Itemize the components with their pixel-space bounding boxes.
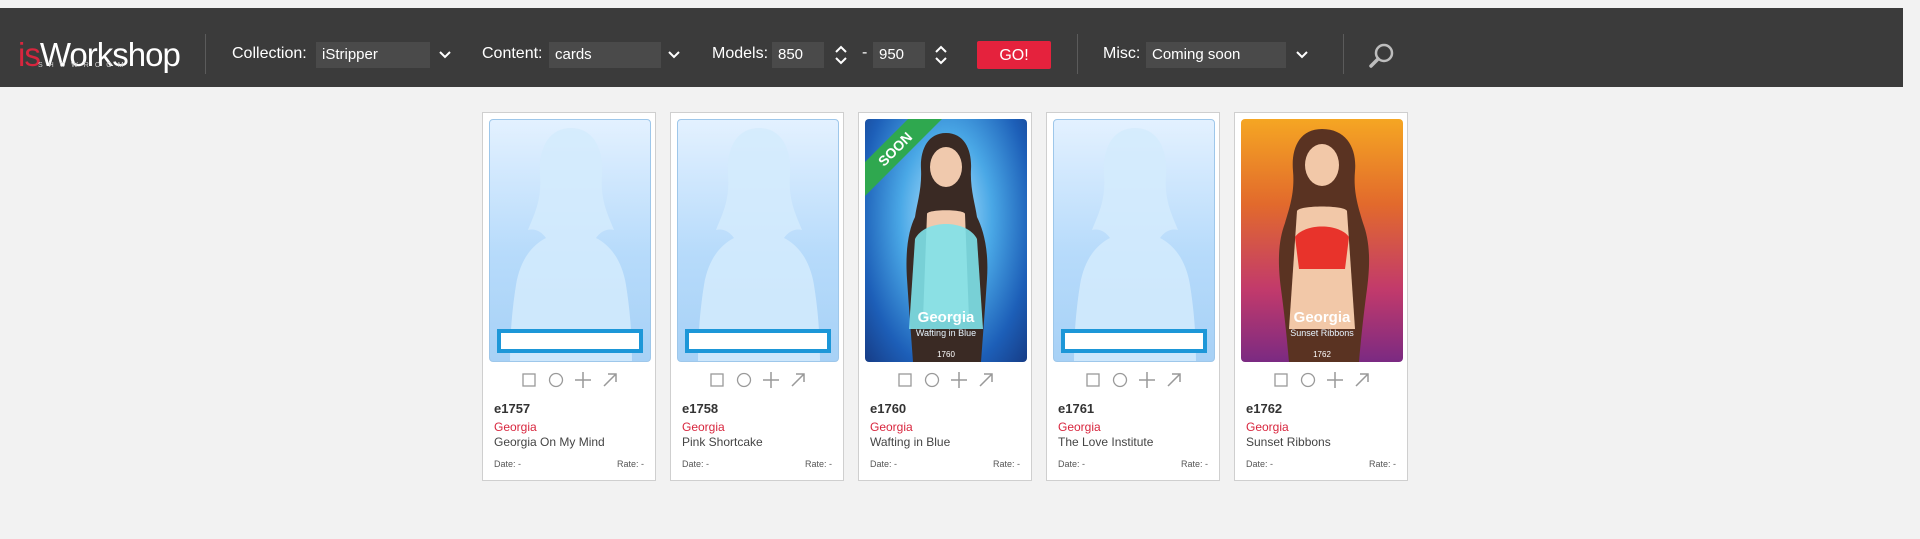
silhouette-icon — [698, 128, 820, 361]
plus-icon[interactable] — [1326, 371, 1344, 389]
models-label: Models: — [712, 45, 769, 62]
card-code: e1758 — [682, 401, 719, 416]
card-code: e1761 — [1058, 401, 1095, 416]
circle-icon[interactable] — [547, 371, 565, 389]
square-icon[interactable] — [1084, 371, 1102, 389]
card-item[interactable]: Georgia Sunset Ribbons 1762 e1762 Georgi… — [1234, 112, 1408, 481]
placeholder-bar — [685, 329, 831, 353]
circle-icon[interactable] — [1299, 371, 1317, 389]
silhouette-icon — [1074, 128, 1196, 361]
misc-select[interactable]: Coming soon — [1146, 42, 1286, 68]
placeholder-bar — [1061, 329, 1207, 353]
models-to-input[interactable]: 950 — [873, 42, 925, 68]
card-actions — [859, 371, 1031, 391]
card-model[interactable]: Georgia — [1246, 420, 1289, 434]
card-thumbnail-placeholder[interactable] — [1053, 119, 1215, 362]
plus-icon[interactable] — [574, 371, 592, 389]
image-number: 1762 — [1313, 350, 1331, 359]
plus-icon[interactable] — [1138, 371, 1156, 389]
card-model[interactable]: Georgia — [870, 420, 913, 434]
silhouette-icon — [510, 128, 632, 361]
card-title: Pink Shortcake — [682, 435, 763, 449]
image-title: Sunset Ribbons — [1290, 328, 1354, 338]
square-icon[interactable] — [708, 371, 726, 389]
plus-icon[interactable] — [762, 371, 780, 389]
go-button[interactable]: GO! — [977, 41, 1051, 69]
circle-icon[interactable] — [735, 371, 753, 389]
misc-chevron-down-icon[interactable] — [1291, 42, 1313, 68]
arrow-up-right-icon[interactable] — [1165, 371, 1183, 389]
card-model[interactable]: Georgia — [1058, 420, 1101, 434]
circle-icon[interactable] — [1111, 371, 1129, 389]
card-date: Date: - — [494, 459, 522, 469]
models-from-input[interactable]: 850 — [772, 42, 824, 68]
plus-icon[interactable] — [950, 371, 968, 389]
card-actions — [483, 371, 655, 391]
divider — [1077, 34, 1078, 74]
card-model[interactable]: Georgia — [682, 420, 725, 434]
logo-showroom: SHOWROOM — [38, 62, 130, 69]
card-actions — [671, 371, 843, 391]
divider — [1343, 34, 1344, 74]
image-number: 1760 — [937, 350, 955, 359]
card-thumbnail-image[interactable]: SOON Georgia Wafting in Blue 1760 — [865, 119, 1027, 362]
card-item[interactable]: e1758 Georgia Pink Shortcake Date: - Rat… — [670, 112, 844, 481]
arrow-up-right-icon[interactable] — [789, 371, 807, 389]
card-rate: Rate: - — [616, 459, 644, 469]
card-thumbnail-image[interactable]: Georgia Sunset Ribbons 1762 — [1241, 119, 1403, 362]
site-logo[interactable]: is Workshop SHOWROOM — [18, 32, 181, 74]
card-thumbnail-placeholder[interactable] — [677, 119, 839, 362]
card-rate: Rate: - — [1368, 459, 1396, 469]
card-item[interactable]: e1761 Georgia The Love Institute Date: -… — [1046, 112, 1220, 481]
circle-icon[interactable] — [923, 371, 941, 389]
search-icon[interactable] — [1368, 42, 1396, 70]
card-model[interactable]: Georgia — [494, 420, 537, 434]
card-title: Georgia On My Mind — [494, 435, 605, 449]
square-icon[interactable] — [520, 371, 538, 389]
models-to-spinner-icon[interactable] — [934, 42, 948, 68]
card-code: e1762 — [1246, 401, 1283, 416]
card-date: Date: - — [870, 459, 898, 469]
content-label: Content: — [482, 45, 543, 62]
card-title: Sunset Ribbons — [1246, 435, 1331, 449]
range-dash: - — [862, 44, 868, 61]
top-toolbar: is Workshop SHOWROOM Collection: iStrippe… — [0, 8, 1903, 87]
image-model-name: Georgia — [1293, 309, 1351, 326]
square-icon[interactable] — [1272, 371, 1290, 389]
card-date: Date: - — [1058, 459, 1086, 469]
arrow-up-right-icon[interactable] — [977, 371, 995, 389]
card-rate: Rate: - — [804, 459, 832, 469]
content-select[interactable]: cards — [549, 42, 661, 68]
page-scrollbar[interactable] — [1903, 0, 1920, 539]
arrow-up-right-icon[interactable] — [601, 371, 619, 389]
card-title: The Love Institute — [1058, 435, 1154, 449]
square-icon[interactable] — [896, 371, 914, 389]
card-rate: Rate: - — [1180, 459, 1208, 469]
collection-label: Collection: — [232, 45, 307, 62]
image-model-name: Georgia — [917, 309, 975, 326]
card-actions — [1047, 371, 1219, 391]
card-thumbnail-placeholder[interactable] — [489, 119, 651, 362]
content-chevron-down-icon[interactable] — [663, 42, 685, 68]
models-from-spinner-icon[interactable] — [834, 42, 848, 68]
card-code: e1757 — [494, 401, 531, 416]
logo-is: is — [18, 36, 41, 73]
collection-select[interactable]: iStripper — [316, 42, 430, 68]
divider — [205, 34, 206, 74]
card-actions — [1235, 371, 1407, 391]
card-code: e1760 — [870, 401, 907, 416]
card-item[interactable]: e1757 Georgia Georgia On My Mind Date: -… — [482, 112, 656, 481]
card-date: Date: - — [682, 459, 710, 469]
image-title: Wafting in Blue — [915, 328, 977, 338]
card-rate: Rate: - — [992, 459, 1020, 469]
placeholder-bar — [497, 329, 643, 353]
arrow-up-right-icon[interactable] — [1353, 371, 1371, 389]
card-date: Date: - — [1246, 459, 1274, 469]
collection-chevron-down-icon[interactable] — [434, 42, 456, 68]
misc-label: Misc: — [1103, 45, 1141, 62]
card-item[interactable]: SOON Georgia Wafting in Blue 1760 e1760 … — [858, 112, 1032, 481]
card-title: Wafting in Blue — [870, 435, 951, 449]
